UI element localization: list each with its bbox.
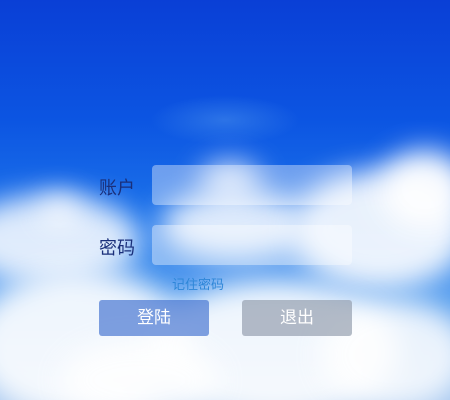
sky-glow xyxy=(150,95,300,145)
exit-button[interactable]: 退出 xyxy=(242,300,352,336)
login-button[interactable]: 登陆 xyxy=(99,300,209,336)
login-window: 账户 密码 记住密码 登陆 退出 xyxy=(0,0,450,400)
account-input[interactable] xyxy=(152,165,352,205)
remember-password-link[interactable]: 记住密码 xyxy=(172,274,224,293)
password-label: 密码 xyxy=(99,238,135,259)
account-label: 账户 xyxy=(99,178,135,199)
password-input[interactable] xyxy=(152,225,352,265)
cloud xyxy=(40,195,80,225)
